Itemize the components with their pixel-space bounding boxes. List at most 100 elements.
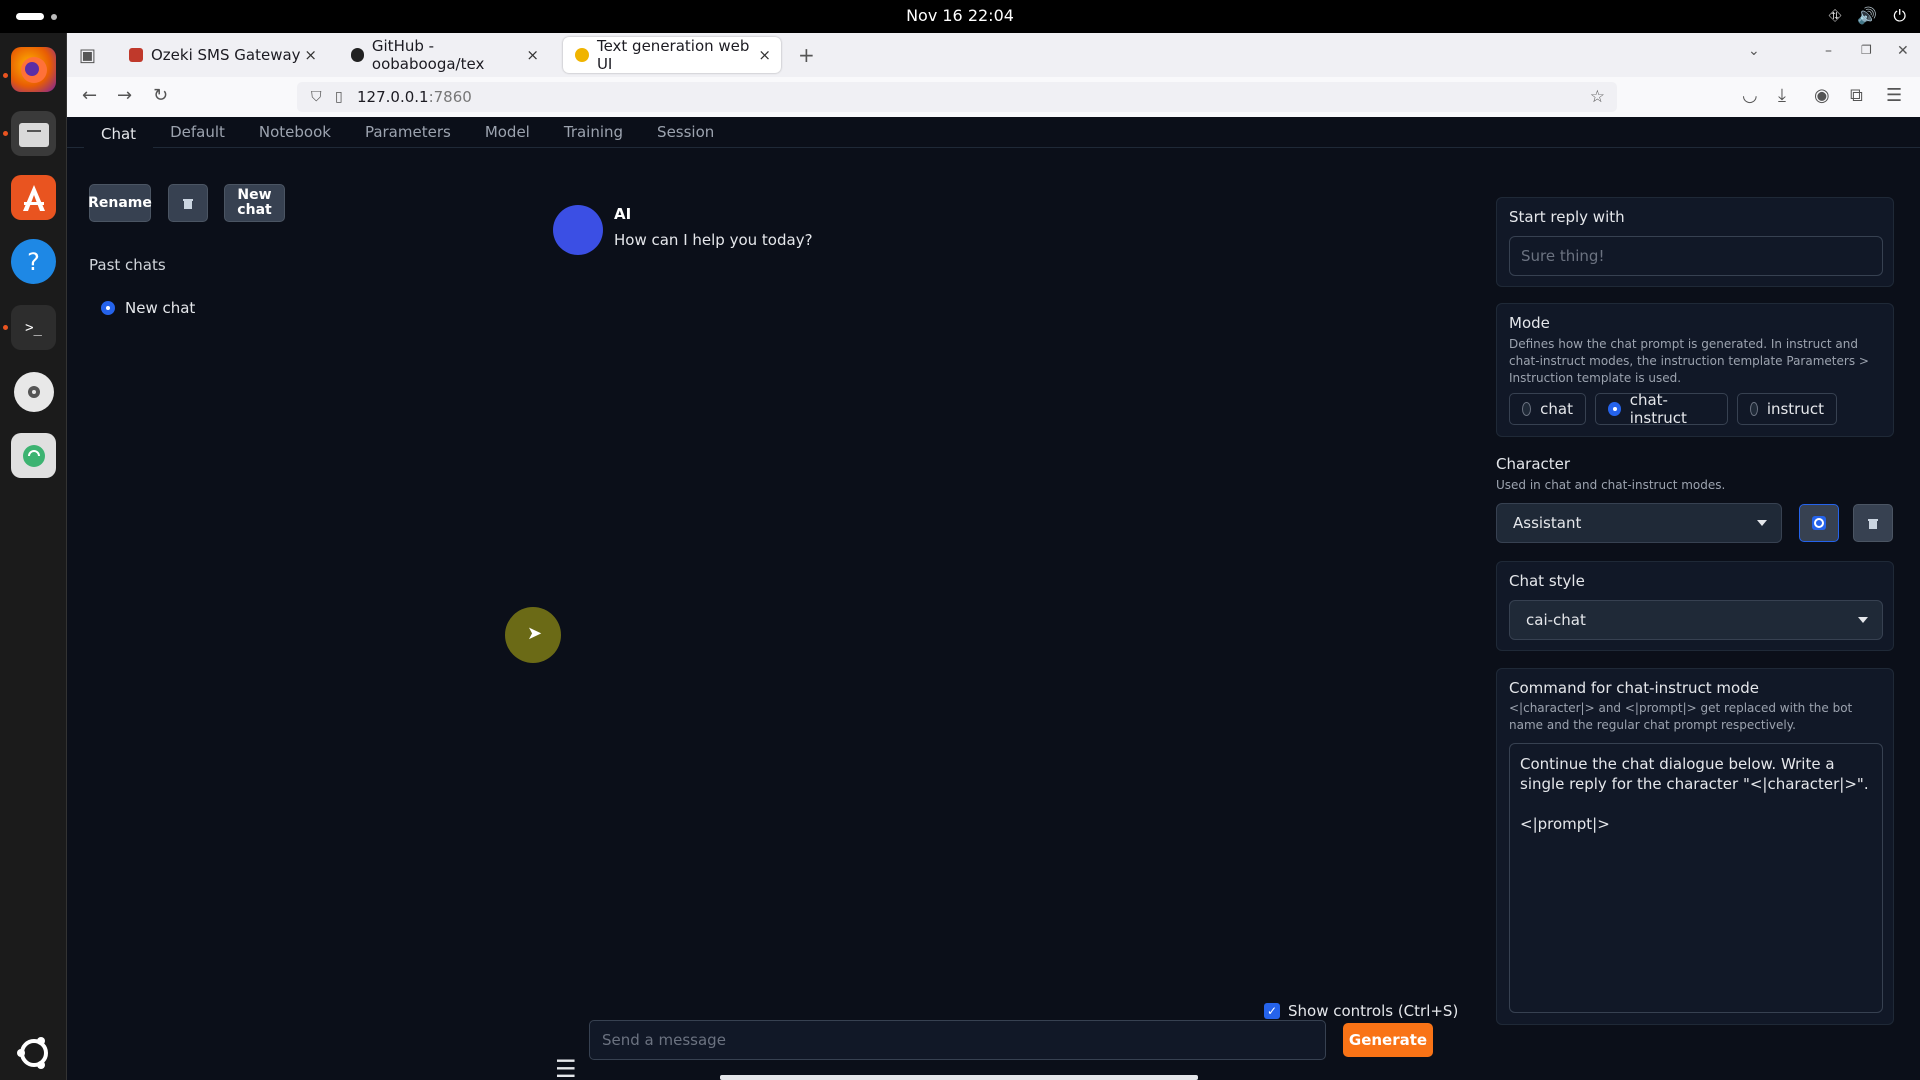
volume-icon[interactable]: 🔊 bbox=[1857, 6, 1877, 26]
chevron-down-icon bbox=[1757, 520, 1767, 526]
horizontal-scroll-indicator[interactable] bbox=[720, 1075, 1198, 1080]
radio-unselected[interactable] bbox=[1522, 402, 1532, 416]
mode-option-label: instruct bbox=[1766, 400, 1824, 418]
mode-option-label: chat-instruct bbox=[1629, 391, 1687, 427]
forward-icon[interactable]: → bbox=[117, 85, 132, 106]
running-indicator bbox=[3, 131, 8, 136]
mode-title: Mode bbox=[1509, 314, 1550, 332]
network-icon[interactable]: ⛗ bbox=[1829, 6, 1842, 26]
new-tab-icon[interactable]: + bbox=[798, 43, 815, 67]
minimize-icon[interactable]: – bbox=[1825, 43, 1832, 59]
chat-menu-icon[interactable]: ☰ bbox=[555, 1055, 577, 1080]
radio-unselected[interactable] bbox=[1750, 402, 1758, 416]
tab-session[interactable]: Session bbox=[640, 117, 731, 148]
radio-selected[interactable] bbox=[101, 301, 115, 315]
firefox-icon[interactable] bbox=[11, 47, 56, 92]
bookmark-star-icon[interactable]: ☆ bbox=[1590, 87, 1605, 107]
ubuntu-icon[interactable] bbox=[11, 1030, 56, 1075]
url-port: :7860 bbox=[428, 88, 472, 106]
message-input[interactable]: Send a message bbox=[589, 1020, 1326, 1060]
textgen-favicon bbox=[575, 48, 589, 62]
refresh-icon bbox=[1812, 516, 1826, 530]
power-icon[interactable]: ⏻ bbox=[1893, 6, 1906, 26]
pocket-icon[interactable]: ◡ bbox=[1742, 85, 1758, 106]
delete-character-button[interactable] bbox=[1853, 504, 1893, 542]
dock: ? >_ bbox=[0, 33, 67, 1080]
chat-style-value: cai-chat bbox=[1526, 611, 1586, 629]
browser-tab-github[interactable]: GitHub - oobabooga/tex × bbox=[339, 37, 549, 73]
main-menu: Chat Default Notebook Parameters Model T… bbox=[67, 117, 1920, 148]
tab-strip: ▣ Ozeki SMS Gateway × GitHub - oobabooga… bbox=[67, 33, 1920, 77]
page-icon[interactable]: ▯ bbox=[335, 89, 343, 105]
close-icon[interactable]: × bbox=[758, 46, 771, 64]
ai-message: How can I help you today? bbox=[614, 231, 813, 249]
tab-label: Text generation web UI bbox=[596, 37, 750, 73]
account-icon[interactable]: ◉ bbox=[1814, 85, 1830, 106]
delete-chat-button[interactable] bbox=[168, 184, 208, 222]
restore-icon[interactable]: ❐ bbox=[1861, 43, 1872, 57]
browser-tab-ozeki[interactable]: Ozeki SMS Gateway × bbox=[117, 37, 327, 73]
start-reply-panel: Start reply with Sure thing! bbox=[1496, 197, 1894, 287]
tab-training[interactable]: Training bbox=[547, 117, 640, 148]
show-controls-checkbox[interactable]: ✓ bbox=[1264, 1003, 1280, 1019]
tab-parameters[interactable]: Parameters bbox=[348, 117, 468, 148]
mode-option-label: chat bbox=[1540, 400, 1573, 418]
mode-option-chat[interactable]: chat bbox=[1509, 393, 1586, 425]
radio-selected[interactable] bbox=[1608, 402, 1621, 416]
clock[interactable]: Nov 16 22:04 bbox=[0, 6, 1920, 25]
chevron-down-icon bbox=[1858, 617, 1868, 623]
rename-button[interactable]: Rename bbox=[88, 184, 152, 222]
new-chat-button[interactable]: New chat bbox=[224, 184, 285, 222]
close-icon[interactable]: × bbox=[526, 46, 539, 64]
files-icon[interactable] bbox=[11, 111, 56, 156]
extensions-icon[interactable]: ⧉ bbox=[1850, 85, 1863, 106]
tab-label: GitHub - oobabooga/tex bbox=[371, 37, 485, 73]
start-reply-placeholder: Sure thing! bbox=[1521, 247, 1605, 265]
trash-icon[interactable] bbox=[11, 433, 56, 478]
downloads-icon[interactable]: ⤓ bbox=[1778, 85, 1786, 106]
browser-tab-textgen[interactable]: Text generation web UI × bbox=[563, 37, 781, 73]
tab-notebook[interactable]: Notebook bbox=[242, 117, 348, 148]
os-top-bar: Nov 16 22:04 ⛗ 🔊 ⏻ bbox=[0, 0, 1920, 33]
close-icon[interactable]: × bbox=[304, 46, 317, 64]
web-page: Chat Default Notebook Parameters Model T… bbox=[67, 117, 1920, 1080]
command-title: Command for chat-instruct mode bbox=[1509, 679, 1759, 697]
app-center-icon[interactable] bbox=[11, 175, 56, 220]
character-title: Character bbox=[1496, 455, 1571, 473]
chat-style-select[interactable]: cai-chat bbox=[1509, 600, 1883, 640]
tab-default[interactable]: Default bbox=[153, 117, 242, 148]
mouse-cursor-highlight: ➤ bbox=[505, 607, 561, 663]
mode-description: Defines how the chat prompt is generated… bbox=[1509, 337, 1869, 385]
ozeki-favicon bbox=[129, 48, 143, 62]
close-window-icon[interactable]: ✕ bbox=[1897, 43, 1909, 59]
command-textarea[interactable]: Continue the chat dialogue below. Write … bbox=[1509, 743, 1883, 1013]
mode-option-chat-instruct[interactable]: chat-instruct bbox=[1595, 391, 1728, 427]
past-chat-item[interactable]: New chat bbox=[101, 299, 195, 317]
tab-chat[interactable]: Chat bbox=[84, 117, 154, 148]
terminal-icon[interactable]: >_ bbox=[11, 305, 56, 350]
list-tabs-icon[interactable]: ⌄ bbox=[1748, 43, 1760, 59]
help-icon[interactable]: ? bbox=[11, 239, 56, 284]
running-indicator bbox=[3, 73, 8, 78]
github-favicon bbox=[351, 48, 364, 62]
start-reply-input[interactable]: Sure thing! bbox=[1509, 236, 1883, 276]
tab-overview-icon[interactable]: ▣ bbox=[79, 45, 96, 66]
disc-icon[interactable] bbox=[11, 369, 56, 414]
back-icon[interactable]: ← bbox=[82, 85, 97, 106]
generate-button[interactable]: Generate bbox=[1343, 1023, 1433, 1057]
chat-style-panel: Chat style cai-chat bbox=[1496, 561, 1894, 651]
url-bar[interactable]: ⛉ ▯ 127.0.0.1:7860 ☆ bbox=[297, 82, 1617, 112]
start-reply-title: Start reply with bbox=[1509, 208, 1625, 226]
character-select[interactable]: Assistant bbox=[1496, 503, 1782, 543]
tab-label: Ozeki SMS Gateway bbox=[151, 46, 301, 64]
reload-icon[interactable]: ↻ bbox=[153, 85, 168, 106]
refresh-character-button[interactable] bbox=[1799, 504, 1839, 542]
shield-icon[interactable]: ⛉ bbox=[311, 89, 322, 105]
message-placeholder: Send a message bbox=[602, 1031, 726, 1049]
system-tray[interactable]: ⛗ 🔊 ⏻ bbox=[1829, 6, 1906, 26]
mode-option-instruct[interactable]: instruct bbox=[1737, 393, 1837, 425]
ai-avatar bbox=[553, 205, 603, 255]
tab-model[interactable]: Model bbox=[468, 117, 547, 148]
chat-style-title: Chat style bbox=[1509, 572, 1585, 590]
menu-icon[interactable]: ☰ bbox=[1886, 85, 1902, 106]
